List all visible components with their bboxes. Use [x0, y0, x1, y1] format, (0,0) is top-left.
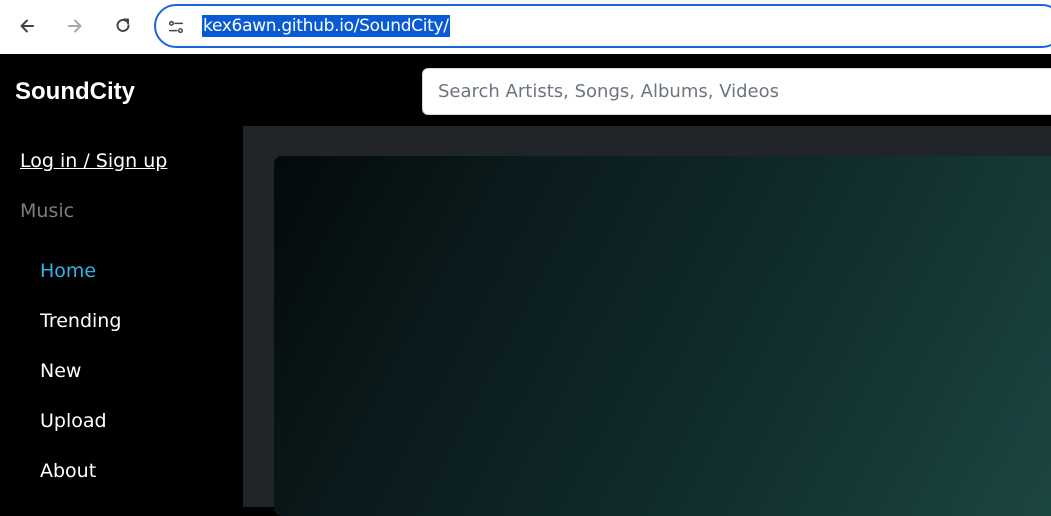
- login-signup-link[interactable]: Log in / Sign up: [20, 150, 167, 172]
- search-input[interactable]: [422, 68, 1051, 115]
- arrow-left-icon: [20, 19, 34, 33]
- sidebar-item-upload[interactable]: Upload: [40, 410, 107, 432]
- app-root: SoundCity Log in / Sign up Music Home Tr…: [0, 54, 1051, 516]
- sidebar: Log in / Sign up Music Home Trending New…: [0, 126, 243, 507]
- reload-icon: [116, 18, 130, 32]
- forward-button[interactable]: [59, 10, 91, 42]
- sidebar-item-about[interactable]: About: [40, 460, 96, 482]
- sidebar-item-new[interactable]: New: [40, 360, 81, 382]
- reload-button[interactable]: [107, 10, 139, 42]
- url-text[interactable]: kex6awn.github.io/SoundCity/: [202, 15, 450, 37]
- app-header: SoundCity: [0, 54, 1051, 126]
- section-label-music: Music: [20, 200, 75, 222]
- arrow-right-icon: [68, 19, 82, 33]
- site-info-icon[interactable]: [166, 17, 186, 37]
- hero-banner: [274, 156, 1051, 516]
- sidebar-item-home[interactable]: Home: [40, 260, 96, 282]
- main-content: [243, 126, 1051, 516]
- browser-toolbar: kex6awn.github.io/SoundCity/: [0, 0, 1051, 54]
- app-logo[interactable]: SoundCity: [15, 78, 135, 106]
- sidebar-item-trending[interactable]: Trending: [40, 310, 121, 332]
- back-button[interactable]: [11, 10, 43, 42]
- address-bar[interactable]: kex6awn.github.io/SoundCity/: [154, 4, 1051, 48]
